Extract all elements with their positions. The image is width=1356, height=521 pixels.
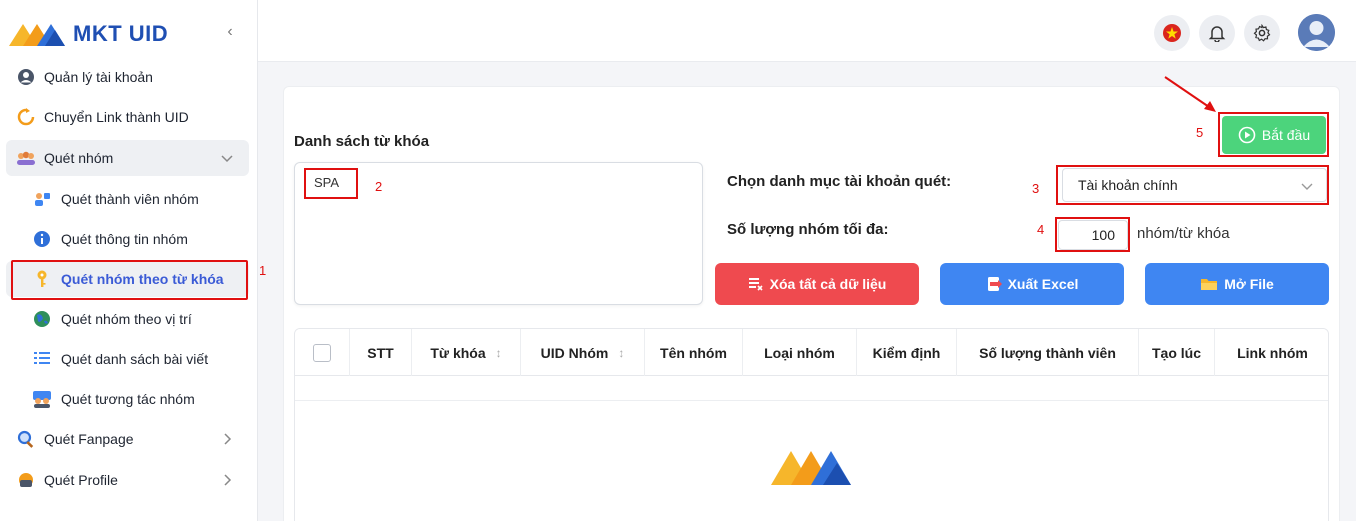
sidebar: MKT UID ‹ Quản lý tài khoản Chuyển Link …	[0, 0, 266, 521]
sidebar-item-label: Quét Profile	[44, 472, 118, 488]
sidebar-item-label: Quét danh sách bài viết	[61, 351, 209, 367]
top-header	[258, 0, 1356, 62]
sidebar-item-group-by-keyword[interactable]: Quét nhóm theo từ khóa	[6, 261, 249, 297]
refresh-icon	[16, 107, 36, 127]
column-group-name[interactable]: Tên nhóm	[645, 329, 743, 376]
annotation-5: 5	[1196, 125, 1204, 140]
search-icon	[16, 429, 36, 449]
export-excel-button[interactable]: Xuất Excel	[940, 263, 1124, 305]
collapse-sidebar-button[interactable]: ‹	[222, 24, 238, 40]
people-icon	[32, 389, 52, 409]
column-stt[interactable]: STT	[350, 329, 412, 376]
excel-export-icon	[987, 277, 1002, 291]
list-icon	[32, 349, 52, 369]
app-logo[interactable]: MKT UID	[9, 19, 168, 49]
notification-button[interactable]	[1199, 15, 1235, 51]
keywords-value: SPA	[314, 175, 340, 190]
column-created-at[interactable]: Tạo lúc	[1139, 329, 1215, 376]
sidebar-item-label: Quét nhóm theo từ khóa	[61, 271, 224, 287]
chevron-down-icon	[221, 155, 233, 163]
open-file-label: Mở File	[1224, 276, 1274, 292]
sidebar-item-scan-group[interactable]: Quét nhóm	[6, 140, 249, 176]
sidebar-item-label: Quét nhóm	[44, 150, 114, 166]
column-group-link[interactable]: Link nhóm	[1215, 329, 1328, 376]
empty-state-logo-icon	[771, 451, 851, 485]
open-file-button[interactable]: Mở File	[1145, 263, 1329, 305]
results-table: STT Từ khóa ↕ UID Nhóm ↕ Tên nhóm Loại nhó…	[294, 328, 1329, 521]
settings-button[interactable]	[1244, 15, 1280, 51]
user-avatar[interactable]	[1298, 14, 1335, 51]
sidebar-item-label: Quét tương tác nhóm	[61, 391, 195, 407]
table-header: STT Từ khóa ↕ UID Nhóm ↕ Tên nhóm Loại nhó…	[295, 329, 1328, 376]
start-button[interactable]: Bắt đầu	[1222, 116, 1326, 154]
gear-icon	[1253, 24, 1271, 42]
export-excel-label: Xuất Excel	[1007, 276, 1079, 292]
annotation-arrow-icon	[1164, 76, 1216, 112]
vietnam-flag-icon	[1163, 24, 1181, 42]
start-button-label: Bắt đầu	[1261, 127, 1311, 143]
mkt-logo-icon	[9, 24, 65, 46]
column-keyword[interactable]: Từ khóa ↕	[412, 329, 521, 376]
account-category-label: Chọn danh mục tài khoản quét:	[727, 173, 952, 190]
key-icon	[32, 269, 52, 289]
column-member-count[interactable]: Số lượng thành viên	[957, 329, 1139, 376]
sidebar-item-group-info[interactable]: Quét thông tin nhóm	[6, 221, 249, 257]
sidebar-item-group-members[interactable]: Quét thành viên nhóm	[6, 181, 249, 217]
sidebar-item-label: Quét thông tin nhóm	[61, 231, 188, 247]
keywords-textarea[interactable]	[294, 162, 703, 305]
sort-icon[interactable]: ↕	[496, 346, 502, 360]
sidebar-item-group-interaction[interactable]: Quét tương tác nhóm	[6, 381, 249, 417]
group-icon	[16, 148, 36, 168]
sort-icon[interactable]: ↕	[618, 346, 624, 360]
annotation-3: 3	[1032, 181, 1040, 196]
language-button[interactable]	[1154, 15, 1190, 51]
annotation-4: 4	[1037, 222, 1045, 237]
avatar-icon	[1298, 14, 1335, 51]
sidebar-item-label: Quét nhóm theo vị trí	[61, 311, 192, 327]
sidebar-item-label: Quản lý tài khoản	[44, 69, 153, 85]
clear-list-icon	[748, 278, 763, 291]
select-all-checkbox[interactable]	[313, 343, 331, 362]
user-circle-icon	[16, 67, 36, 87]
sidebar-item-scan-fanpage[interactable]: Quét Fanpage	[6, 421, 249, 457]
select-all-cell	[295, 329, 350, 376]
member-icon	[32, 189, 52, 209]
account-category-value: Tài khoản chính	[1078, 177, 1178, 193]
folder-icon	[1201, 279, 1218, 290]
chevron-right-icon	[224, 474, 232, 486]
sidebar-item-scan-profile[interactable]: Quét Profile	[6, 462, 249, 498]
bell-icon	[1208, 26, 1226, 42]
sidebar-item-link-to-uid[interactable]: Chuyển Link thành UID	[6, 99, 249, 135]
column-group-uid[interactable]: UID Nhóm ↕	[521, 329, 645, 376]
account-category-select[interactable]: Tài khoản chính	[1062, 168, 1327, 202]
keywords-label: Danh sách từ khóa	[294, 133, 430, 150]
sidebar-item-account[interactable]: Quản lý tài khoản	[6, 59, 249, 95]
app-name: MKT UID	[73, 21, 169, 46]
column-verification[interactable]: Kiểm định	[857, 329, 957, 376]
max-groups-unit: nhóm/từ khóa	[1137, 225, 1230, 242]
globe-icon	[32, 309, 52, 329]
play-circle-icon	[1238, 126, 1256, 144]
chevron-down-icon	[1301, 183, 1313, 190]
annotation-1: 1	[259, 263, 267, 278]
sidebar-item-group-by-location[interactable]: Quét nhóm theo vị trí	[6, 301, 249, 337]
clear-all-data-button[interactable]: Xóa tất cả dữ liệu	[715, 263, 919, 305]
profile-icon	[16, 470, 36, 490]
max-groups-input[interactable]: 100	[1058, 220, 1128, 250]
info-icon	[32, 229, 52, 249]
table-divider	[295, 400, 1328, 401]
sidebar-item-label: Quét Fanpage	[44, 431, 134, 447]
column-group-type[interactable]: Loại nhóm	[743, 329, 857, 376]
clear-all-data-label: Xóa tất cả dữ liệu	[769, 276, 887, 292]
sidebar-item-label: Chuyển Link thành UID	[44, 109, 189, 125]
annotation-2: 2	[375, 179, 383, 194]
max-groups-label: Số lượng nhóm tối đa:	[727, 221, 889, 238]
sidebar-item-post-list[interactable]: Quét danh sách bài viết	[6, 341, 249, 377]
sidebar-item-label: Quét thành viên nhóm	[61, 191, 199, 207]
chevron-right-icon	[224, 433, 232, 445]
